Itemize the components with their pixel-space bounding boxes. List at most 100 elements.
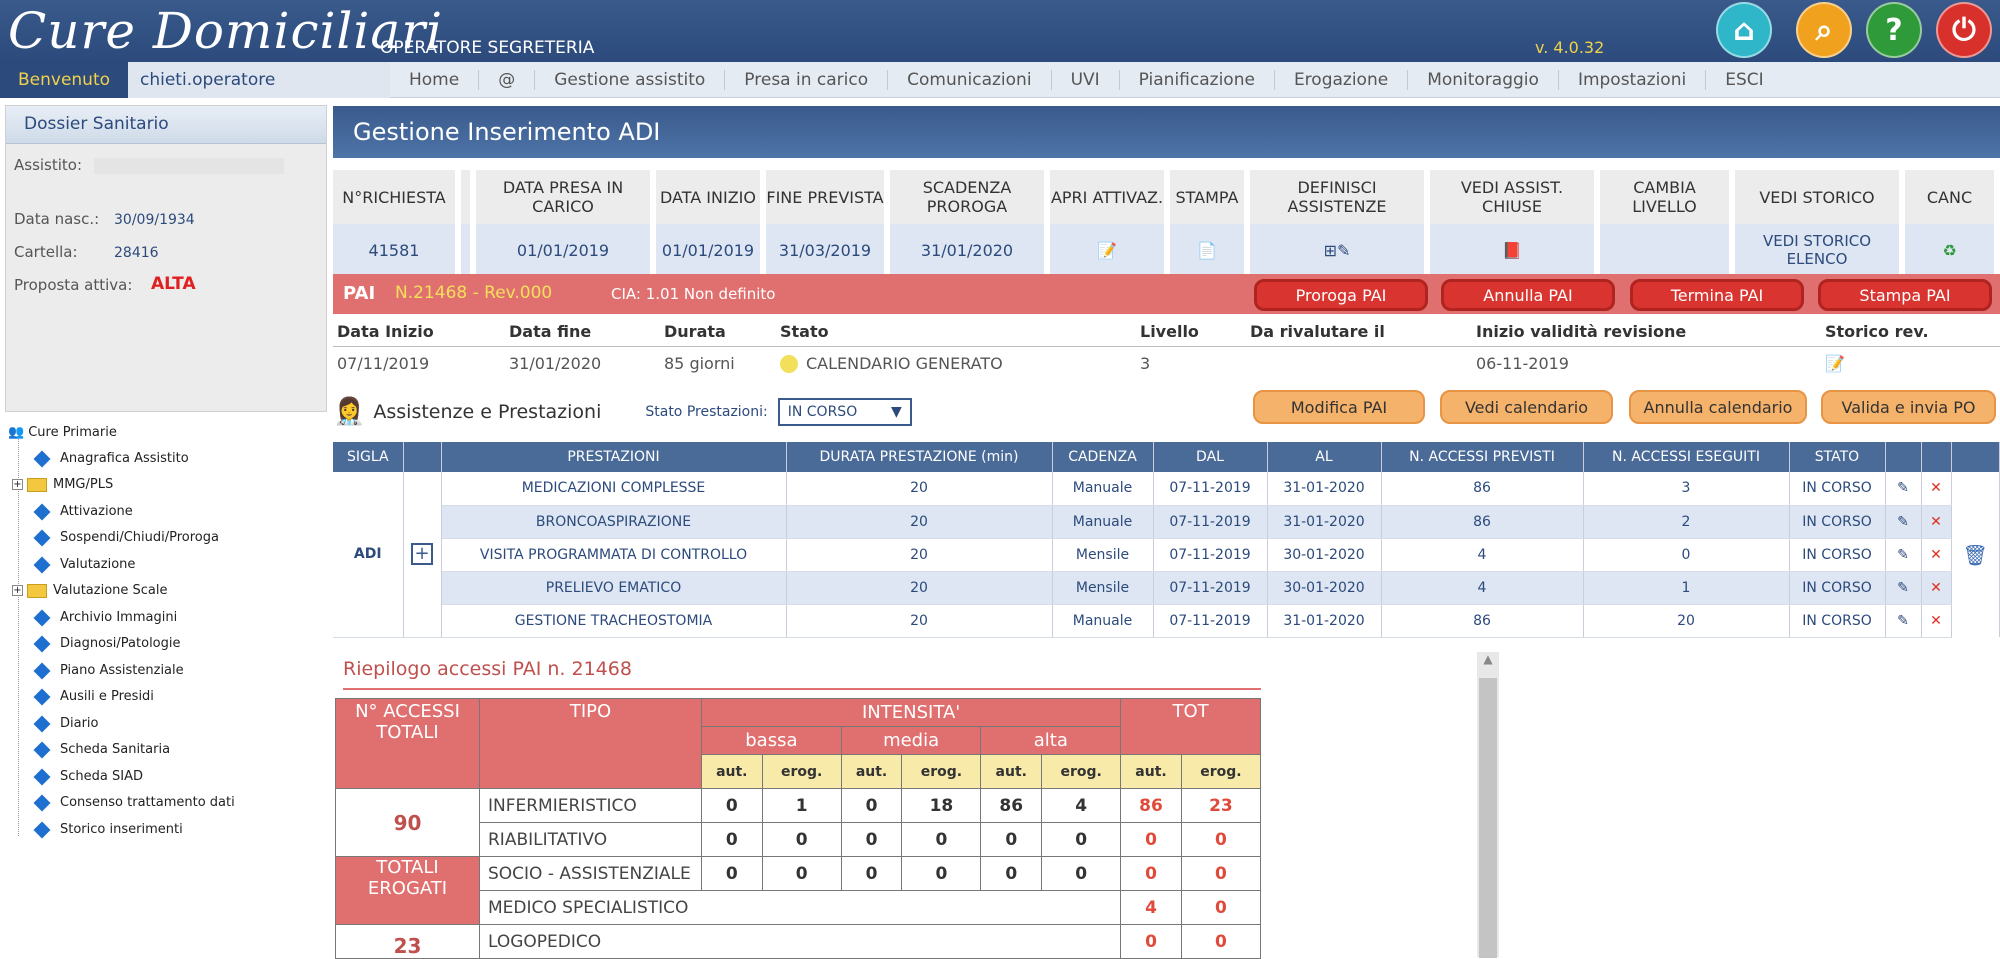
info-inizio: 07/11/2019 bbox=[337, 353, 430, 373]
tree-item-piano[interactable]: Piano Assistenziale bbox=[33, 660, 184, 682]
user-name: chieti.operatore bbox=[128, 62, 390, 98]
annulla-pai-button[interactable]: Annulla PAI bbox=[1441, 279, 1615, 311]
valida-invia-button[interactable]: Valida e invia PO bbox=[1821, 390, 1996, 424]
menu-esci[interactable]: ESCI bbox=[1706, 70, 1782, 90]
col-vedi-assist-chiuse: VEDI ASSIST. CHIUSE bbox=[1427, 170, 1600, 224]
scrollbar[interactable]: ▲ bbox=[1477, 652, 1499, 958]
edit-icon[interactable]: ✎ bbox=[1885, 472, 1922, 506]
prestazione-cadenza: Manuale bbox=[1052, 472, 1154, 506]
prestazione-previsti: 86 bbox=[1381, 472, 1584, 506]
search-document-icon[interactable]: ⌕ bbox=[1796, 2, 1852, 58]
proroga-pai-button[interactable]: Proroga PAI bbox=[1254, 279, 1428, 311]
stampa-pai-button[interactable]: Stampa PAI bbox=[1818, 279, 1992, 311]
termina-pai-button[interactable]: Termina PAI bbox=[1630, 279, 1804, 311]
remove-icon[interactable]: ✕ bbox=[1921, 472, 1952, 506]
prestazione-stato: IN CORSO bbox=[1789, 604, 1886, 638]
edit-icon[interactable]: ✎ bbox=[1885, 604, 1922, 638]
diamond-icon bbox=[33, 556, 51, 573]
help-icon[interactable]: ? bbox=[1866, 2, 1922, 58]
sigla-cell: ADI bbox=[333, 472, 404, 638]
prestazione-previsti: 86 bbox=[1381, 604, 1584, 638]
value-cell: 0 bbox=[1041, 856, 1122, 891]
grid-h-prestazioni: PRESTAZIONI bbox=[441, 442, 787, 472]
menu-comunicazioni[interactable]: Comunicazioni bbox=[888, 70, 1052, 90]
menu-pianificazione[interactable]: Pianificazione bbox=[1120, 70, 1275, 90]
expand-icon[interactable]: + bbox=[12, 479, 23, 490]
col-scadenza-proroga: SCADENZA PROROGA bbox=[887, 170, 1050, 224]
edit-icon[interactable]: ✎ bbox=[1885, 505, 1922, 539]
menu-at[interactable]: @ bbox=[479, 70, 536, 90]
tree-item-consenso[interactable]: Consenso trattamento dati bbox=[33, 792, 235, 814]
tree-item-diagnosi[interactable]: Diagnosi/Patologie bbox=[33, 633, 181, 655]
menu-uvi[interactable]: UVI bbox=[1052, 70, 1120, 90]
assistito-label: Assistito: bbox=[14, 156, 83, 174]
tree-item-sospendi[interactable]: Sospendi/Chiudi/Proroga bbox=[33, 527, 219, 549]
tree-item-storico[interactable]: Storico inserimenti bbox=[33, 819, 183, 841]
folder-icon bbox=[27, 477, 47, 492]
tree-label: Archivio Immagini bbox=[60, 610, 178, 625]
menu-gestione-assistito[interactable]: Gestione assistito bbox=[535, 70, 726, 90]
prestazione-eseguiti: 3 bbox=[1583, 472, 1790, 506]
expand-icon[interactable]: + bbox=[12, 585, 23, 596]
value-cell: 0 bbox=[901, 856, 982, 891]
scroll-thumb[interactable] bbox=[1479, 678, 1497, 958]
power-icon[interactable]: ⏻ bbox=[1936, 2, 1992, 58]
tree-item-anagrafica[interactable]: Anagrafica Assistito bbox=[33, 448, 189, 470]
vedi-calendario-button[interactable]: Vedi calendario bbox=[1440, 390, 1613, 424]
tree-item-ausili[interactable]: Ausili e Presidi bbox=[33, 686, 154, 708]
tree-item-archivio[interactable]: Archivio Immagini bbox=[33, 607, 178, 629]
tree-root[interactable]: 👥 Cure Primarie bbox=[8, 422, 117, 444]
menu-home[interactable]: Home bbox=[390, 70, 480, 90]
edit-icon[interactable]: ✎ bbox=[1885, 538, 1922, 572]
menu-erogazione[interactable]: Erogazione bbox=[1275, 70, 1409, 90]
tot-erog: 23 bbox=[1180, 788, 1262, 823]
storico-rev-icon[interactable]: 📝 bbox=[1821, 346, 2000, 380]
tree-item-valutazione-scale[interactable]: + Valutazione Scale bbox=[12, 580, 168, 602]
tree-item-valutazione[interactable]: Valutazione bbox=[33, 554, 135, 576]
col-cambia-livello: CAMBIA LIVELLO bbox=[1597, 170, 1735, 224]
stato-prestazioni-select[interactable]: IN CORSO ▼ bbox=[777, 398, 912, 426]
tree-item-diario[interactable]: Diario bbox=[33, 713, 99, 735]
tree-item-mmg[interactable]: + MMG/PLS bbox=[12, 474, 113, 496]
scroll-up-icon[interactable]: ▲ bbox=[1477, 652, 1499, 672]
diamond-icon bbox=[33, 450, 51, 467]
vedi-storico-link[interactable]: VEDI STORICO ELENCO bbox=[1732, 224, 1905, 276]
menu-impostazioni[interactable]: Impostazioni bbox=[1559, 70, 1707, 90]
prestazione-stato: IN CORSO bbox=[1789, 505, 1886, 539]
menu-presa-in-carico[interactable]: Presa in carico bbox=[725, 70, 889, 90]
value-cell: 0 bbox=[701, 788, 763, 823]
prestazione-previsti: 4 bbox=[1381, 538, 1584, 572]
menu-monitoraggio[interactable]: Monitoraggio bbox=[1408, 70, 1559, 90]
tot-aut: 4 bbox=[1120, 890, 1182, 925]
grid-h-previsti: N. ACCESSI PREVISTI bbox=[1381, 442, 1584, 472]
sidebar: Dossier Sanitario Assistito: Data nasc.:… bbox=[0, 100, 330, 957]
acc-totali-value: 90 bbox=[335, 788, 480, 857]
status-dot-icon bbox=[780, 355, 798, 373]
tree-item-scheda-siad[interactable]: Scheda SIAD bbox=[33, 766, 143, 788]
print-icon[interactable]: 📄 bbox=[1167, 224, 1250, 276]
tree-label: Valutazione Scale bbox=[53, 583, 168, 598]
home-icon[interactable]: ⌂ bbox=[1716, 2, 1772, 58]
tree-item-scheda-sanitaria[interactable]: Scheda Sanitaria bbox=[33, 739, 170, 761]
modifica-pai-button[interactable]: Modifica PAI bbox=[1253, 390, 1425, 424]
value-cell: 1 bbox=[761, 788, 842, 823]
grid-h-spacer bbox=[403, 442, 442, 472]
tree-item-attivazione[interactable]: Attivazione bbox=[33, 501, 133, 523]
edit-icon[interactable]: ✎ bbox=[1885, 571, 1922, 605]
remove-icon[interactable]: ✕ bbox=[1921, 571, 1952, 605]
tot-aut: 0 bbox=[1120, 822, 1182, 857]
delete-icon[interactable]: ♻ bbox=[1902, 224, 2000, 276]
value-cell: 0 bbox=[761, 822, 842, 857]
closed-assist-icon[interactable]: 📕 bbox=[1427, 224, 1600, 276]
define-assistance-icon[interactable]: ⊞✎ bbox=[1247, 224, 1430, 276]
remove-icon[interactable]: ✕ bbox=[1921, 505, 1952, 539]
assist-title: Assistenze e Prestazioni bbox=[373, 401, 602, 423]
grid-h-cadenza: CADENZA bbox=[1052, 442, 1154, 472]
remove-icon[interactable]: ✕ bbox=[1921, 604, 1952, 638]
annulla-calendario-button[interactable]: Annulla calendario bbox=[1629, 390, 1807, 424]
trash-icon[interactable]: 🗑 bbox=[1951, 472, 2000, 637]
open-activation-icon[interactable]: 📝 bbox=[1047, 224, 1170, 276]
expand-plus-icon[interactable]: + bbox=[403, 472, 442, 638]
remove-icon[interactable]: ✕ bbox=[1921, 538, 1952, 572]
erog-header: erog. bbox=[901, 754, 982, 789]
